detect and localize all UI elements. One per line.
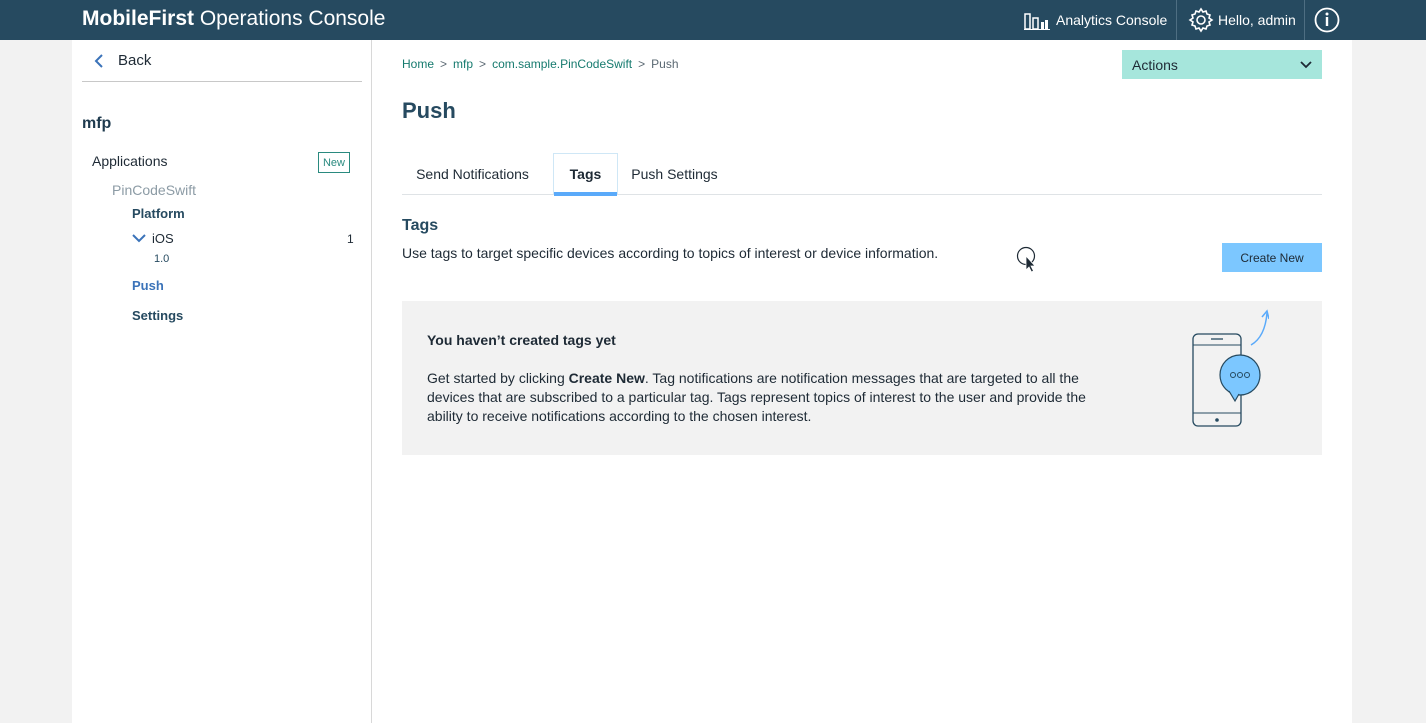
mouse-cursor-icon — [1016, 246, 1038, 274]
main-content: Home > mfp > com.sample.PinCodeSwift > Push Ac… — [402, 40, 1322, 723]
info-icon — [1314, 7, 1340, 33]
phone-message-illustration-icon — [1189, 309, 1270, 429]
breadcrumb-current: Push — [651, 57, 679, 71]
content-frame: Back mfp Applications New PinCodeSwift P… — [72, 40, 1352, 723]
analytics-chart-icon — [1024, 10, 1050, 30]
info-button[interactable] — [1314, 0, 1340, 40]
tab-tags[interactable]: Tags — [553, 153, 618, 196]
divider — [1176, 0, 1177, 40]
breadcrumb-separator: > — [479, 57, 487, 71]
tab-push-settings[interactable]: Push Settings — [624, 153, 725, 194]
tab-bar: Send Notifications Tags Push Settings — [402, 153, 1322, 196]
sidebar-item-settings[interactable]: Settings — [132, 308, 183, 323]
ios-count: 1 — [347, 232, 354, 246]
top-bar: MobileFirst Operations Console Analytics… — [0, 0, 1426, 40]
sidebar-item-push[interactable]: Push — [132, 278, 164, 293]
section-description: Use tags to target specific devices acco… — [402, 245, 939, 261]
app-brand[interactable]: MobileFirst Operations Console — [82, 7, 385, 31]
sidebar-item-ios[interactable]: iOS — [132, 231, 174, 246]
gear-icon — [1188, 7, 1214, 33]
actions-label: Actions — [1132, 56, 1178, 73]
sidebar-item-platform: Platform — [132, 206, 185, 221]
tab-send-notifications[interactable]: Send Notifications — [402, 153, 543, 194]
page-title: Push — [402, 98, 456, 123]
chevron-down-icon — [1300, 60, 1312, 69]
breadcrumb-home[interactable]: Home — [402, 57, 434, 71]
brand-bold: MobileFirst — [82, 7, 195, 30]
breadcrumb-mfp[interactable]: mfp — [453, 57, 473, 71]
divider — [1304, 0, 1305, 40]
back-button[interactable]: Back — [82, 40, 362, 82]
ios-label: iOS — [152, 231, 174, 246]
sidebar-item-app[interactable]: PinCodeSwift — [112, 182, 196, 198]
analytics-console-label: Analytics Console — [1056, 12, 1168, 28]
sidebar-title: mfp — [82, 115, 112, 132]
empty-text-bold: Create New — [568, 370, 645, 386]
user-greeting: Hello, admin — [1218, 12, 1296, 28]
sidebar-item-applications[interactable]: Applications — [92, 153, 168, 169]
chevron-down-icon — [132, 234, 146, 243]
brand-rest: Operations Console — [194, 7, 386, 30]
back-label: Back — [118, 52, 152, 69]
sidebar-item-version[interactable]: 1.0 — [154, 253, 169, 265]
create-new-button[interactable]: Create New — [1222, 243, 1322, 272]
section-title: Tags — [402, 217, 439, 234]
empty-state-text: Get started by clicking Create New. Tag … — [427, 369, 1107, 426]
breadcrumb-separator: > — [440, 57, 448, 71]
analytics-console-link[interactable]: Analytics Console — [1024, 0, 1167, 40]
actions-dropdown[interactable]: Actions — [1122, 50, 1322, 79]
empty-state-title: You haven’t created tags yet — [427, 332, 616, 348]
chevron-left-icon — [86, 53, 112, 68]
sidebar: Back mfp Applications New PinCodeSwift P… — [72, 40, 372, 723]
new-application-button[interactable]: New — [318, 152, 350, 173]
user-menu[interactable]: Hello, admin — [1188, 0, 1296, 40]
empty-text-pre: Get started by clicking — [427, 370, 569, 386]
breadcrumb: Home > mfp > com.sample.PinCodeSwift > Push — [402, 57, 679, 71]
empty-state-panel: You haven’t created tags yet Get started… — [402, 301, 1322, 455]
breadcrumb-app[interactable]: com.sample.PinCodeSwift — [492, 57, 632, 71]
breadcrumb-separator: > — [638, 57, 646, 71]
